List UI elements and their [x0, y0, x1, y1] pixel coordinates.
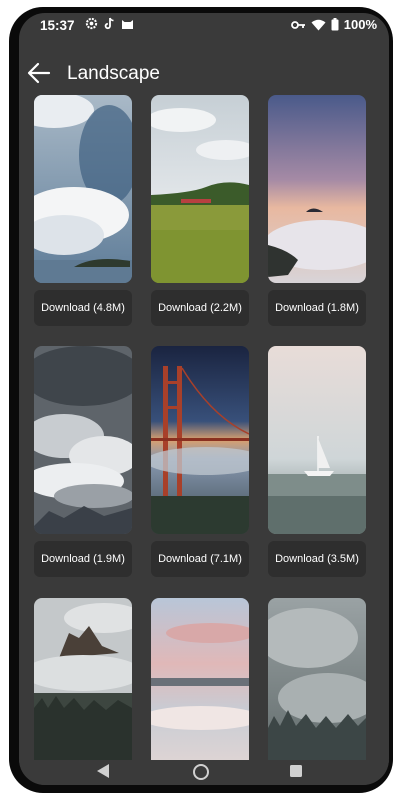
wallpaper-thumbnail[interactable] [34, 346, 132, 534]
wifi-icon [311, 19, 326, 30]
square-recents-icon[interactable] [289, 764, 303, 778]
page-title: Landscape [67, 63, 160, 84]
download-button[interactable]: Download (1.9M) [34, 541, 132, 577]
download-button[interactable]: Download (7.1M) [151, 541, 249, 577]
cat-icon [122, 20, 133, 29]
settings-icon [85, 17, 98, 30]
wallpaper-thumbnail[interactable] [151, 95, 249, 283]
triangle-back-icon[interactable] [96, 763, 110, 779]
download-button[interactable]: Download (3.5M) [268, 541, 366, 577]
app-bar: Landscape [19, 49, 389, 97]
wallpaper-thumbnail[interactable] [151, 598, 249, 760]
wallpaper-grid[interactable]: Download (4.8M) Download (2.2M) Download… [34, 95, 374, 760]
status-bar: 15:37 100% [19, 13, 389, 39]
wallpaper-thumbnail[interactable] [34, 95, 132, 283]
download-button[interactable]: Download (2.2M) [151, 290, 249, 326]
arrow-left-icon[interactable] [25, 59, 53, 87]
wallpaper-thumbnail[interactable] [268, 346, 366, 534]
wallpaper-thumbnail[interactable] [268, 95, 366, 283]
screen: 15:37 100% Landscape Download (4.8M) Dow… [19, 13, 389, 785]
download-button[interactable]: Download (4.8M) [34, 290, 132, 326]
circle-home-icon[interactable] [192, 763, 210, 781]
battery-percent: 100% [343, 17, 377, 32]
status-time: 15:37 [40, 18, 75, 33]
key-icon [290, 20, 305, 29]
wallpaper-thumbnail[interactable] [151, 346, 249, 534]
download-button[interactable]: Download (1.8M) [268, 290, 366, 326]
wallpaper-thumbnail[interactable] [34, 598, 132, 760]
navigation-bar [19, 760, 389, 785]
wallpaper-thumbnail[interactable] [268, 598, 366, 760]
battery-icon [331, 18, 339, 31]
tiktok-icon [104, 17, 114, 30]
